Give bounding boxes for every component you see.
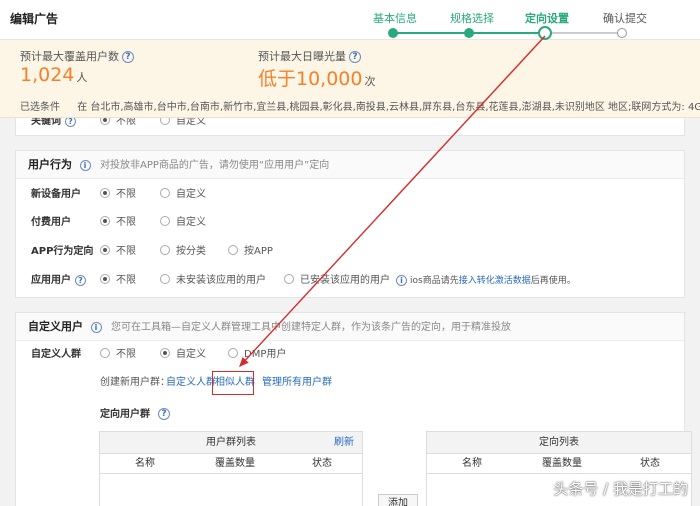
- app-behavior-option-app[interactable]: 按APP: [228, 242, 273, 262]
- conversion-data-link[interactable]: 接入转化激活数据: [459, 276, 531, 286]
- step-dot-basic-info: [388, 28, 398, 38]
- step-dot-spec-select: [464, 28, 474, 38]
- top-bar: 编辑广告 基本信息 规格选择 定向设置 确认提交: [0, 0, 700, 40]
- column-header[interactable]: 名称: [100, 454, 190, 474]
- keyword-option-custom[interactable]: 自定义: [160, 118, 206, 132]
- section-tip: 您可在工具箱—自定义人群管理工具中创建特定人群，作为该条广告的定向，用于精准投放: [111, 322, 511, 333]
- custom-crowd-option-unlimited[interactable]: 不限: [100, 345, 136, 365]
- step-basic-info[interactable]: 基本信息: [373, 10, 417, 26]
- help-icon[interactable]: ?: [349, 51, 361, 63]
- row-label: 新设备用户: [31, 189, 81, 200]
- filters-label: 已选条件: [20, 102, 60, 113]
- help-icon[interactable]: ?: [65, 118, 76, 127]
- page-title: 编辑广告: [10, 12, 59, 26]
- paying-user-row: 付费用户 不限 自定义: [16, 213, 684, 233]
- stepper-remaining-line: [545, 32, 623, 34]
- user-behavior-header: 用户行为 i 对投放非APP商品的广告，请勿使用“应用用户”定向: [16, 151, 684, 179]
- custom-crowd-row: 自定义人群 不限 自定义 DMP用户: [16, 345, 684, 365]
- selected-filters: 已选条件 在 台北市,高雄市,台中市,台南市,新竹市,宜兰县,桃园县,彰化县,南…: [20, 98, 700, 113]
- create-crowd-row: 创建新用户群： 自定义人群 相似人群 管理所有用户群: [16, 373, 684, 393]
- section-tip: 对投放非APP商品的广告，请勿使用“应用用户”定向: [100, 160, 330, 171]
- app-behavior-option-category[interactable]: 按分类: [160, 242, 206, 262]
- info-icon: i: [90, 321, 102, 333]
- new-device-option-unlimited[interactable]: 不限: [100, 185, 136, 205]
- keyword-label: 关键词?: [31, 118, 76, 132]
- users-estimate-value: 1,024 人: [20, 64, 88, 86]
- column-header[interactable]: 状态: [280, 454, 364, 474]
- manage-crowds-link[interactable]: 管理所有用户群: [262, 373, 332, 393]
- help-icon[interactable]: ?: [122, 51, 134, 63]
- row-label: APP行为定向: [31, 246, 94, 257]
- watermark: 头条号 / 我是打工的: [553, 480, 688, 498]
- custom-user-header: 自定义用户 i 您可在工具箱—自定义人群管理工具中创建特定人群，作为该条广告的定…: [16, 313, 684, 341]
- keyword-option-unlimited[interactable]: 不限: [100, 118, 136, 132]
- app-user-option-unlimited[interactable]: 不限: [100, 271, 136, 291]
- info-icon: i: [396, 275, 407, 286]
- row-label: 应用用户?: [31, 271, 86, 291]
- app-user-option-installed[interactable]: 已安装该应用的用户: [284, 271, 390, 291]
- step-targeting[interactable]: 定向设置: [525, 10, 569, 26]
- targeting-crowd-label: 定向用户群?: [100, 405, 170, 425]
- section-title: 自定义用户: [28, 320, 83, 333]
- step-confirm[interactable]: 确认提交: [603, 10, 647, 26]
- app-behavior-row: APP行为定向 不限 按分类 按APP: [16, 242, 684, 262]
- row-label: 付费用户: [31, 217, 71, 228]
- app-behavior-option-unlimited[interactable]: 不限: [100, 242, 136, 262]
- table-title: 定向列表: [427, 432, 691, 454]
- add-button[interactable]: 添加: [378, 494, 418, 506]
- keyword-panel: 关键词? 不限 自定义: [15, 118, 685, 136]
- section-title: 用户行为: [28, 158, 72, 171]
- help-icon[interactable]: ?: [75, 274, 86, 286]
- new-device-option-custom[interactable]: 自定义: [160, 185, 206, 205]
- row-label: 自定义人群: [31, 349, 81, 360]
- table-header-row: 名称 覆盖数量 状态: [100, 454, 362, 474]
- paying-option-custom[interactable]: 自定义: [160, 213, 206, 233]
- column-header[interactable]: 状态: [607, 454, 693, 474]
- exposure-estimate-label: 预计最大日曝光量?: [258, 48, 361, 64]
- ios-note: i ios商品请先接入转化激活数据后再使用。: [396, 271, 576, 291]
- refresh-link[interactable]: 刷新: [334, 432, 354, 454]
- step-spec-select[interactable]: 规格选择: [450, 10, 494, 26]
- step-dot-targeting: [538, 26, 552, 40]
- user-behavior-panel: 用户行为 i 对投放非APP商品的广告，请勿使用“应用用户”定向 新设备用户 不…: [15, 150, 685, 298]
- create-crowd-label: 创建新用户群：: [100, 377, 170, 388]
- help-icon[interactable]: ?: [158, 408, 170, 420]
- info-icon: i: [79, 159, 91, 171]
- table-header-row: 名称 覆盖数量 状态: [427, 454, 691, 474]
- app-user-option-not-installed[interactable]: 未安装该应用的用户: [160, 271, 266, 291]
- targeting-crowd-row: 定向用户群?: [16, 405, 684, 425]
- app-user-row: 应用用户? 不限 未安装该应用的用户 已安装该应用的用户 i ios商品请先接入转…: [16, 271, 684, 291]
- users-estimate-label: 预计最大覆盖用户数?: [20, 48, 134, 64]
- step-dot-confirm: [617, 28, 627, 38]
- exposure-estimate-value: 低于10,000 次: [258, 68, 376, 90]
- filters-text: 在 台北市,高雄市,台中市,台南市,新竹市,宜兰县,桃园县,彰化县,南投县,云林…: [77, 102, 700, 113]
- column-header[interactable]: 名称: [427, 454, 517, 474]
- custom-crowd-option-dmp[interactable]: DMP用户: [228, 345, 286, 365]
- crowd-list-table: 用户群列表 刷新 名称 覆盖数量 状态: [99, 431, 363, 506]
- create-custom-crowd-link[interactable]: 自定义人群: [166, 373, 216, 393]
- column-header[interactable]: 覆盖数量: [190, 454, 280, 474]
- column-header[interactable]: 覆盖数量: [517, 454, 607, 474]
- annotation-highlight-box: [212, 371, 254, 395]
- custom-crowd-option-custom[interactable]: 自定义: [160, 345, 206, 365]
- table-title: 用户群列表 刷新: [100, 432, 362, 454]
- new-device-row: 新设备用户 不限 自定义: [16, 185, 684, 205]
- paying-option-unlimited[interactable]: 不限: [100, 213, 136, 233]
